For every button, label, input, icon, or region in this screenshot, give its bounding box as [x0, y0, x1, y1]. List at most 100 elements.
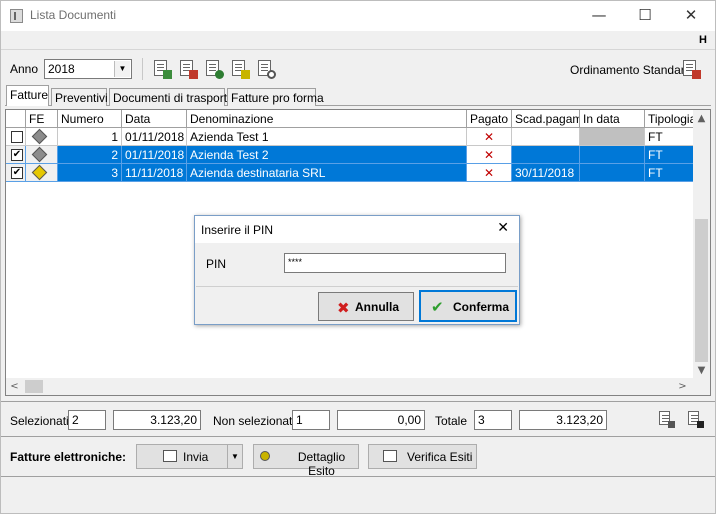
- tab-documenti-trasporto[interactable]: Documenti di trasporto: [109, 88, 234, 106]
- divider: [1, 401, 715, 402]
- non-selezionati-amount: 0,00: [337, 410, 425, 430]
- column-header-numero[interactable]: Numero: [58, 110, 122, 128]
- cell-data: 11/11/2018: [122, 164, 187, 182]
- anno-value: 2018: [48, 62, 75, 76]
- divider: [1, 436, 715, 437]
- scroll-right-icon[interactable]: >: [674, 378, 691, 395]
- cell-scadenza: [512, 146, 580, 164]
- verifica-esiti-button[interactable]: Verifica Esiti: [368, 444, 477, 469]
- cell-denominazione: Azienda Test 1: [187, 128, 467, 146]
- scroll-left-icon[interactable]: <: [6, 378, 23, 395]
- cancel-label: Annulla: [355, 300, 399, 314]
- pin-input[interactable]: ****: [284, 253, 506, 273]
- column-header-scadenza[interactable]: Scad.pagam.: [512, 110, 580, 128]
- new-document-icon[interactable]: [152, 59, 172, 79]
- app-icon: [10, 9, 23, 23]
- minimize-button[interactable]: —: [576, 0, 622, 31]
- row-checkbox[interactable]: [11, 131, 23, 143]
- maximize-button[interactable]: ☐: [622, 0, 668, 31]
- cell-in-data: [580, 164, 645, 182]
- table-row[interactable]: ✔ 3 11/11/2018 Azienda destinataria SRL …: [6, 164, 694, 182]
- detail-icon: [260, 451, 270, 461]
- invia-dropdown[interactable]: ▼: [227, 444, 243, 469]
- send-icon: [163, 450, 177, 462]
- table-row[interactable]: 1 01/11/2018 Azienda Test 1 ✕ FT: [6, 128, 694, 146]
- confirm-button[interactable]: ✔ Conferma: [419, 290, 517, 322]
- user-document-icon[interactable]: [204, 59, 224, 79]
- confirm-label: Conferma: [453, 300, 510, 314]
- verify-icon: [383, 450, 397, 462]
- scroll-down-icon[interactable]: ▼: [693, 362, 710, 379]
- fatture-elettroniche-label: Fatture elettroniche:: [10, 450, 127, 464]
- sort-label: Ordinamento Standard: [570, 63, 692, 77]
- dettaglio-esito-label: Dettaglio Esito: [297, 450, 346, 478]
- cell-numero: 2: [58, 146, 122, 164]
- totale-label: Totale: [435, 414, 468, 428]
- tab-fatture-pro-forma[interactable]: Fatture pro forma: [227, 88, 324, 106]
- tab-preventivi[interactable]: Preventivi: [51, 88, 108, 106]
- scroll-up-icon[interactable]: ▲: [693, 110, 710, 127]
- cell-scadenza: [512, 128, 580, 146]
- not-paid-icon: ✕: [467, 128, 512, 146]
- vertical-scroll-thumb[interactable]: [695, 219, 708, 362]
- dialog-close-icon[interactable]: ✕: [497, 220, 509, 236]
- title-bar: Lista Documenti — ☐ ✕: [0, 0, 716, 31]
- export-document-icon[interactable]: [230, 59, 250, 79]
- help-bar: H: [1, 31, 715, 50]
- pin-dialog: Inserire il PIN ✕ PIN **** ✖ Annulla ✔ C…: [194, 215, 520, 325]
- invia-label: Invia: [183, 450, 209, 464]
- sort-order-icon[interactable]: [681, 59, 701, 79]
- non-selezionati-count: 1: [292, 410, 330, 430]
- column-header-in-data[interactable]: In data: [580, 110, 645, 128]
- cell-in-data: [580, 146, 645, 164]
- selezionati-amount: 3.123,20: [113, 410, 201, 430]
- totale-amount: 3.123,20: [519, 410, 607, 430]
- column-header-tipologia[interactable]: Tipologia: [645, 110, 694, 128]
- search-document-icon[interactable]: [256, 59, 276, 79]
- toolbar-separator: [142, 58, 143, 80]
- cell-in-data: [580, 128, 645, 146]
- vertical-scrollbar[interactable]: ▲ ▼: [693, 110, 710, 379]
- cancel-button[interactable]: ✖ Annulla: [318, 292, 414, 321]
- horizontal-scroll-thumb[interactable]: [25, 380, 43, 393]
- check-icon: ✔: [431, 298, 444, 316]
- close-button[interactable]: ✕: [668, 0, 714, 31]
- column-header-check[interactable]: [6, 110, 26, 128]
- not-paid-icon: ✕: [467, 146, 512, 164]
- help-flag: H: [699, 34, 707, 46]
- totale-count: 3: [474, 410, 512, 430]
- cell-tipologia: FT: [645, 164, 694, 182]
- tab-fatture[interactable]: Fatture: [6, 85, 49, 106]
- anno-select[interactable]: 2018 ▼: [44, 59, 132, 79]
- divider: [1, 476, 715, 477]
- cell-tipologia: FT: [645, 128, 694, 146]
- row-checkbox[interactable]: ✔: [11, 167, 23, 179]
- calendar-document-icon[interactable]: [178, 59, 198, 79]
- selezionati-count: 2: [68, 410, 106, 430]
- row-checkbox[interactable]: ✔: [11, 149, 23, 161]
- column-header-denominazione[interactable]: Denominazione: [187, 110, 467, 128]
- cell-numero: 3: [58, 164, 122, 182]
- column-header-fe[interactable]: FE: [26, 110, 58, 128]
- not-paid-icon: ✕: [467, 164, 512, 182]
- column-header-pagato[interactable]: Pagato: [467, 110, 512, 128]
- cell-denominazione: Azienda destinataria SRL: [187, 164, 467, 182]
- cancel-icon: ✖: [337, 299, 350, 317]
- cell-tipologia: FT: [645, 146, 694, 164]
- select-all-icon[interactable]: [657, 410, 675, 428]
- cell-data: 01/11/2018: [122, 128, 187, 146]
- non-selezionati-label: Non selezionati: [213, 414, 296, 428]
- selezionati-label: Selezionati: [10, 414, 69, 428]
- cell-numero: 1: [58, 128, 122, 146]
- deselect-all-icon[interactable]: [686, 410, 704, 428]
- table-row[interactable]: ✔ 2 01/11/2018 Azienda Test 2 ✕ FT: [6, 146, 694, 164]
- invia-button[interactable]: Invia: [136, 444, 228, 469]
- column-header-data[interactable]: Data: [122, 110, 187, 128]
- horizontal-scrollbar[interactable]: < >: [6, 378, 710, 395]
- dettaglio-esito-button[interactable]: Dettaglio Esito: [253, 444, 359, 478]
- dialog-body: PIN ****: [196, 243, 518, 287]
- chevron-down-icon[interactable]: ▼: [114, 61, 130, 77]
- dialog-title-bar: Inserire il PIN ✕: [195, 216, 519, 243]
- verifica-esiti-label: Verifica Esiti: [407, 450, 473, 464]
- chevron-down-icon: ▼: [231, 452, 239, 461]
